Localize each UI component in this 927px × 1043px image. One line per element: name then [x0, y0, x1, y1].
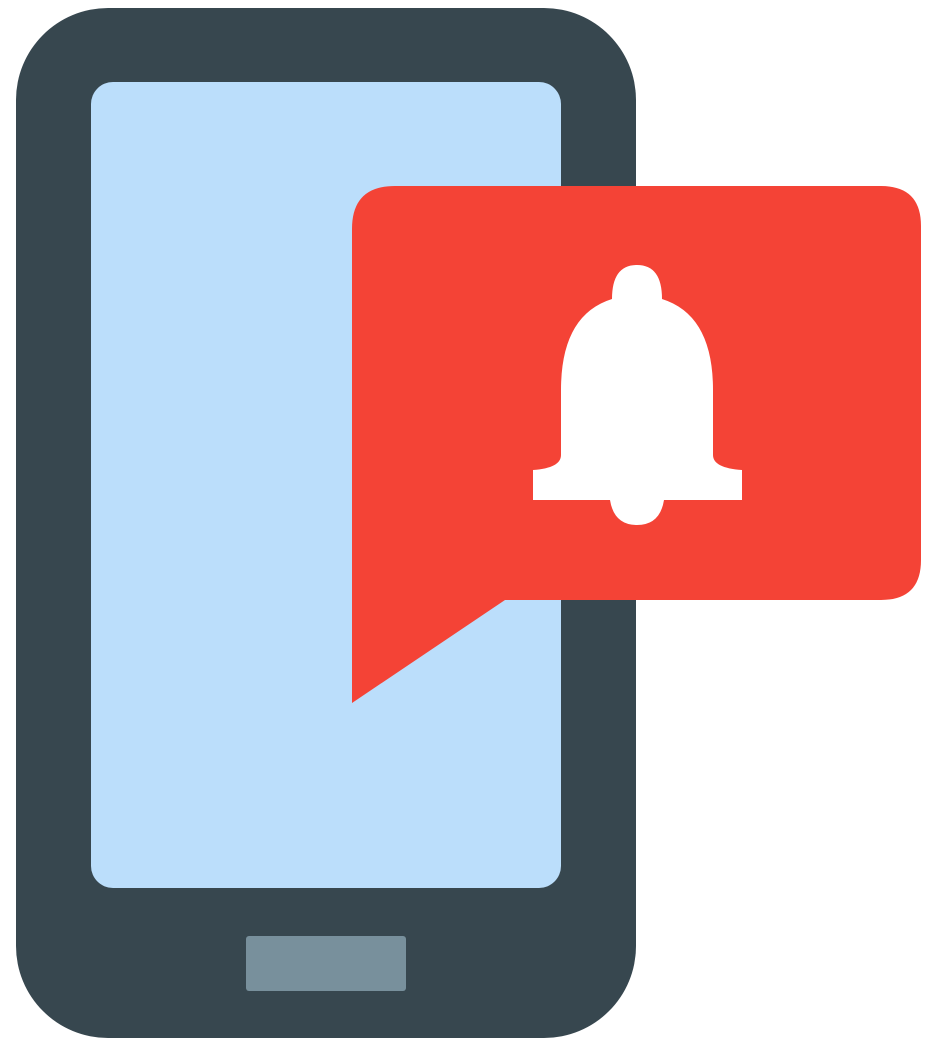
notification-illustration: [0, 0, 927, 1043]
phone-notification-icon: [16, 8, 921, 1038]
home-button: [246, 936, 406, 991]
